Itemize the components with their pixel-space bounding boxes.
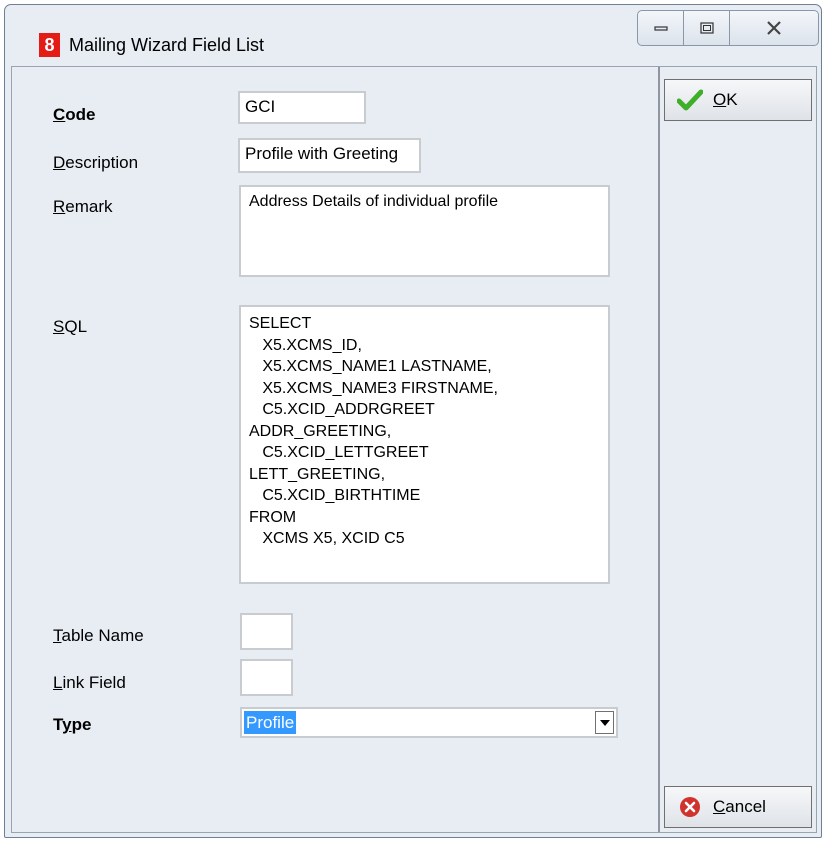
sql-line: X5.XCMS_NAME1 LASTNAME, [249, 358, 492, 375]
chevron-down-icon [599, 719, 610, 726]
button-panel: OK Cancel [658, 67, 816, 832]
maximize-button[interactable] [684, 10, 730, 46]
title-bar[interactable]: 8 Mailing Wizard Field List [5, 5, 821, 75]
ok-button-label: OK [713, 90, 738, 109]
close-button[interactable] [730, 10, 819, 46]
description-field[interactable]: Profile with Greeting [238, 138, 421, 173]
dialog-window: 8 Mailing Wizard Field List Code GCI Des… [4, 4, 822, 838]
sql-line: X5.XCMS_ID, [249, 336, 362, 354]
link-field-field[interactable] [240, 659, 293, 696]
type-label: Type [53, 715, 92, 734]
type-selected-value: Profile [244, 711, 297, 734]
client-area: Code GCI Description Profile with Greeti… [11, 66, 817, 833]
cancel-icon [677, 794, 703, 820]
maximize-icon [699, 22, 714, 34]
sql-line: C5.XCID_LETTGREET [249, 444, 429, 461]
sql-line: FROM [249, 508, 297, 526]
minimize-button[interactable] [637, 10, 684, 46]
table-name-label: Table Name [53, 626, 144, 645]
remark-field[interactable]: Address Details of individual profile [239, 185, 610, 277]
sql-label: SQL [53, 317, 88, 336]
type-select[interactable]: Profile [240, 707, 618, 738]
sql-line: SELECT [249, 315, 312, 332]
minimize-icon [653, 26, 668, 31]
checkmark-icon [677, 87, 703, 113]
form-panel: Code GCI Description Profile with Greeti… [12, 67, 659, 832]
sql-line: C5.XCID_ADDRGREET [249, 401, 435, 418]
code-label: Code [53, 105, 96, 124]
sql-line: C5.XCID_BIRTHTIME [249, 487, 421, 504]
cancel-button-label: Cancel [713, 797, 766, 816]
description-label: Description [53, 153, 139, 172]
close-icon [767, 21, 781, 35]
sql-field[interactable]: SELECT X5.XCMS_ID, X5.XCMS_NAME1 LASTNAM… [239, 305, 610, 584]
window-title: Mailing Wizard Field List [69, 35, 265, 55]
sql-line: LETT_GREETING, [249, 465, 386, 483]
link-field-label: Link Field [53, 673, 126, 692]
app-icon: 8 [39, 33, 60, 57]
dropdown-arrow-button[interactable] [595, 711, 614, 734]
code-field[interactable]: GCI [238, 91, 366, 124]
remark-label: Remark [53, 197, 113, 216]
sql-line: ADDR_GREETING, [249, 422, 392, 440]
cancel-button[interactable]: Cancel [664, 786, 812, 828]
sql-line: XCMS X5, XCID C5 [249, 530, 405, 547]
table-name-field[interactable] [240, 613, 293, 650]
ok-button[interactable]: OK [664, 79, 812, 121]
caption-buttons [637, 10, 819, 50]
sql-line: X5.XCMS_NAME3 FIRSTNAME, [249, 379, 498, 397]
